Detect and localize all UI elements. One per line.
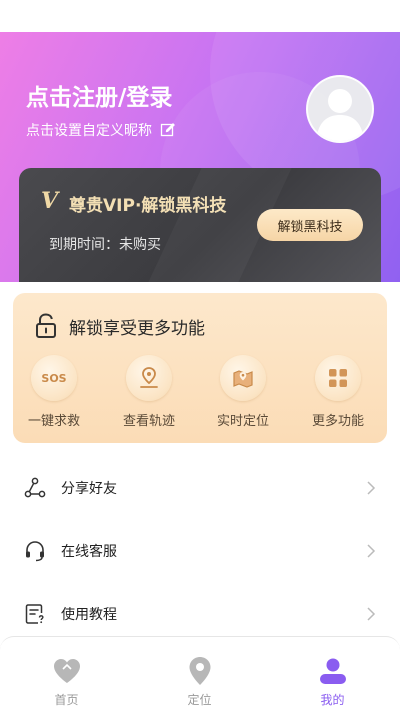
unlock-button[interactable]: 解锁黑科技 (257, 209, 363, 241)
features-card: 解锁享受更多功能 SOS 一键求救 查看轨迹 实时定位 更多功能 (13, 293, 387, 443)
tab-mine[interactable]: 我的 (266, 637, 399, 711)
location-pin-icon (184, 655, 216, 687)
feature-label: 实时定位 (216, 414, 269, 429)
vip-card[interactable]: V 尊贵VIP·解锁黑科技 到期时间：未购买 解锁黑科技 (19, 168, 381, 282)
status-bar (0, 0, 400, 32)
feature-sos[interactable]: SOS 一键求救 (14, 355, 94, 429)
headset-icon (26, 541, 44, 562)
nickname-setting[interactable]: 点击设置自定义昵称 (26, 120, 176, 140)
default-avatar-icon (316, 89, 364, 141)
menu-item-tutorial[interactable]: 使用教程 (0, 584, 400, 644)
feature-more[interactable]: 更多功能 (298, 355, 378, 429)
unlock-icon (36, 313, 56, 338)
tab-label: 定位 (187, 693, 212, 707)
chevron-right-icon (367, 544, 376, 558)
edit-icon (160, 122, 176, 137)
nickname-prompt-text: 点击设置自定义昵称 (26, 123, 152, 139)
track-pin-icon (126, 355, 172, 401)
chevron-right-icon (367, 607, 376, 621)
feature-track[interactable]: 查看轨迹 (109, 355, 189, 429)
menu-label: 分享好友 (61, 481, 117, 497)
menu-label: 在线客服 (61, 544, 117, 560)
tab-home[interactable]: 首页 (0, 637, 133, 711)
map-location-icon (220, 355, 266, 401)
menu-label: 使用教程 (61, 607, 117, 623)
tutorial-doc-icon (25, 604, 44, 624)
user-icon (317, 655, 349, 687)
grid-more-icon (315, 355, 361, 401)
vip-badge-icon: V (41, 188, 59, 214)
tab-label: 我的 (320, 693, 345, 707)
share-icon (24, 477, 46, 498)
features-header: 解锁享受更多功能 (35, 313, 205, 339)
avatar[interactable] (306, 75, 374, 143)
tab-label: 首页 (54, 693, 79, 707)
menu-item-share[interactable]: 分享好友 (0, 458, 400, 518)
menu-item-customer-service[interactable]: 在线客服 (0, 521, 400, 581)
vip-expire-text: 到期时间：未购买 (49, 237, 161, 253)
vip-title: 尊贵VIP·解锁黑科技 (69, 196, 227, 216)
features-title: 解锁享受更多功能 (69, 318, 205, 339)
login-register-link[interactable]: 点击注册/登录 (26, 78, 172, 112)
tab-location[interactable]: 定位 (133, 637, 266, 711)
heart-icon (51, 655, 83, 687)
feature-realtime-location[interactable]: 实时定位 (203, 355, 283, 429)
feature-label: 查看轨迹 (122, 414, 175, 429)
bottom-tab-bar: 首页 定位 我的 (0, 636, 400, 711)
sos-icon: SOS (31, 355, 77, 401)
feature-label: 一键求救 (27, 414, 80, 429)
feature-label: 更多功能 (311, 414, 364, 429)
chevron-right-icon (367, 481, 376, 495)
